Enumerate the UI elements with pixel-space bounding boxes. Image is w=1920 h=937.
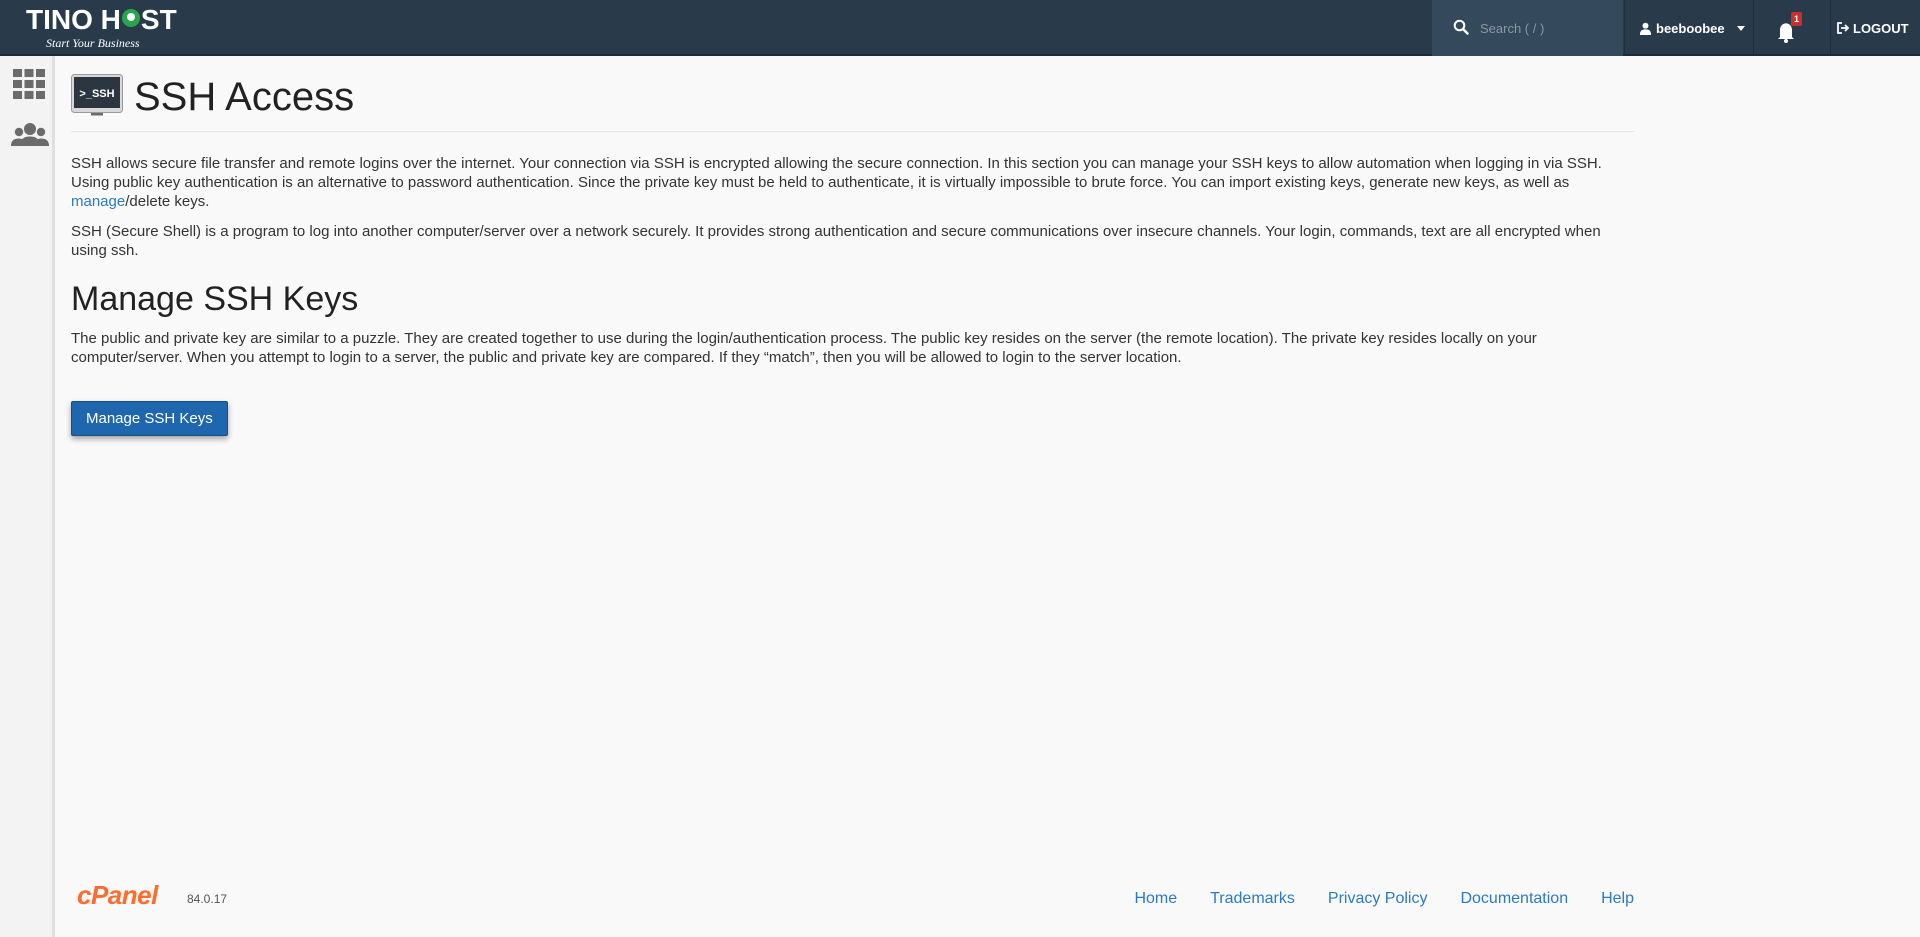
cpanel-logo[interactable]: cPanel [77, 880, 158, 911]
username-label: beeboobee [1656, 20, 1725, 36]
manage-keys-link[interactable]: manage [71, 193, 125, 210]
notifications-button[interactable]: 1 [1772, 12, 1802, 43]
brand-logo-o-icon [121, 9, 140, 27]
search-input[interactable] [1480, 16, 1610, 40]
tinohost-logo[interactable]: TINO H ST Start Your Business [26, 4, 186, 50]
brand-tagline: Start Your Business [46, 36, 140, 50]
user-icon [1639, 22, 1652, 35]
brand-name: TINO H ST [26, 4, 177, 35]
footer-link-help[interactable]: Help [1601, 890, 1634, 908]
ssh-icon-label: >_SSH [79, 88, 114, 100]
user-menu-dropdown[interactable]: beeboobee [1624, 0, 1754, 56]
search-box[interactable] [1432, 0, 1623, 56]
footer-link-privacy-policy[interactable]: Privacy Policy [1328, 890, 1428, 908]
users-icon[interactable] [10, 119, 50, 153]
footer-links: Home Trademarks Privacy Policy Documenta… [1134, 890, 1634, 908]
top-navbar: TINO HST Start Your Business beeboobee 1… [0, 0, 1920, 56]
section-description: The public and private key are similar t… [71, 330, 1537, 366]
logout-label: LOGOUT [1853, 20, 1909, 36]
ssh-terminal-icon: >_SSH [71, 74, 123, 116]
chevron-down-icon [1736, 25, 1745, 31]
footer-link-documentation[interactable]: Documentation [1460, 890, 1568, 908]
footer-link-trademarks[interactable]: Trademarks [1210, 890, 1295, 908]
manage-ssh-keys-button[interactable]: Manage SSH Keys [71, 401, 228, 436]
logout-icon [1837, 22, 1850, 34]
footer: cPanel 84.0.17 Home Trademarks Privacy P… [71, 880, 1634, 920]
grid-icon[interactable] [12, 67, 46, 101]
intro-paragraph: SSH allows secure file transfer and remo… [71, 155, 1602, 210]
ssh-description-paragraph: SSH (Secure Shell) is a program to log i… [71, 223, 1601, 259]
search-icon [1453, 19, 1469, 35]
notification-count-badge: 1 [1791, 12, 1802, 26]
page-header: >_SSH SSH Access [71, 74, 1634, 132]
left-sidebar [0, 56, 55, 937]
section-title: Manage SSH Keys [71, 280, 359, 318]
logout-button[interactable]: LOGOUT [1830, 0, 1920, 56]
cpanel-version: 84.0.17 [187, 892, 228, 906]
footer-link-home[interactable]: Home [1134, 890, 1177, 908]
page-title: SSH Access [134, 75, 355, 119]
